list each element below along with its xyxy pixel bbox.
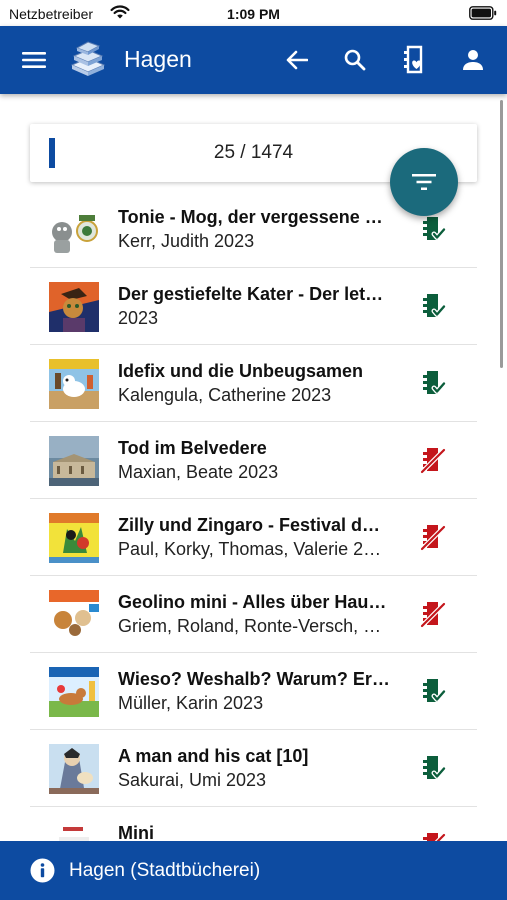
app-bar: Hagen [0,26,507,94]
item-title: Tod im Belvedere [118,438,267,458]
battery-icon [469,6,497,20]
back-button[interactable] [278,26,316,94]
available-icon [423,679,446,702]
library-location-label: Hagen (Stadtbücherei) [69,860,261,881]
cover-image [49,359,99,409]
list-item[interactable]: Geolino mini - Alles über Haustiere Grie… [30,576,477,653]
item-title: Tonie - Mog, der vergessene Kater [118,207,390,227]
list-item[interactable]: A man and his cat [10] Sakurai, Umi 2023 [30,730,477,807]
library-logo-icon [70,41,106,76]
account-icon [463,50,483,70]
unavailable-icon [420,524,446,551]
item-title: Zilly und Zingaro - Festival des Zaubern… [118,515,390,535]
cover-image [49,513,99,563]
available-icon [423,371,446,394]
item-author-year: Sakurai, Umi 2023 [118,770,267,790]
item-author-year: Kerr, Judith 2023 [118,231,255,251]
cover-image [49,667,99,717]
list-item[interactable]: Mini [30,807,477,841]
search-button[interactable] [336,26,374,94]
account-button[interactable] [454,26,492,94]
list-item[interactable]: Zilly und Zingaro - Festival des Zaubern… [30,499,477,576]
cover-image [49,590,99,640]
cover-image [49,205,99,255]
menu-icon [22,52,46,68]
cover-image [49,821,99,841]
available-icon [423,294,446,317]
item-title: Wieso? Weshalb? Warum? Erstleser [118,669,390,689]
unavailable-icon [420,601,446,628]
filter-button[interactable] [390,148,458,216]
library-card-button[interactable] [394,26,432,94]
filter-icon [412,174,436,190]
cover-image [49,436,99,486]
unavailable-icon [420,447,446,474]
available-icon [423,217,446,240]
item-title: Der gestiefelte Kater - Der letzte Wunsc… [118,284,390,304]
list-item[interactable]: Idefix und die Unbeugsamen Kalengula, Ca… [30,345,477,422]
status-bar: Netzbetreiber 1:09 PM [0,0,507,26]
item-author-year: Kalengula, Catherine 2023 [118,385,332,405]
status-time: 1:09 PM [227,6,280,22]
item-author-year: Griem, Roland, Ronte-Versch, Hanne 2023 [118,616,390,636]
item-author-year: Müller, Karin 2023 [118,693,264,713]
back-arrow-icon [286,50,308,70]
cover-image [49,282,99,332]
library-card-icon [404,45,423,74]
info-icon [30,858,55,883]
list-item[interactable]: Tod im Belvedere Maxian, Beate 2023 [30,422,477,499]
media-list: Tonie - Mog, der vergessene Kater Kerr, … [30,191,477,841]
item-title: Idefix und die Unbeugsamen [118,361,364,381]
item-author-year: Paul, Korky, Thomas, Valerie 2023 [118,539,390,559]
list-item[interactable]: Wieso? Weshalb? Warum? Erstleser Müller,… [30,653,477,730]
list-item[interactable]: Der gestiefelte Kater - Der letzte Wunsc… [30,268,477,345]
app-title: Hagen [124,46,192,72]
library-location-bar[interactable]: Hagen (Stadtbücherei) [0,841,507,900]
item-author-year: 2023 [118,308,159,328]
item-title: Geolino mini - Alles über Haustiere [118,592,390,612]
unavailable-icon [423,832,446,841]
item-title: Mini [118,823,154,841]
item-author-year: Maxian, Beate 2023 [118,462,279,482]
available-icon [423,756,446,779]
item-title: A man and his cat [10] [118,746,309,766]
menu-button[interactable] [14,26,54,94]
search-icon [344,49,366,71]
cover-image [49,744,99,794]
scrollbar[interactable] [500,100,503,368]
